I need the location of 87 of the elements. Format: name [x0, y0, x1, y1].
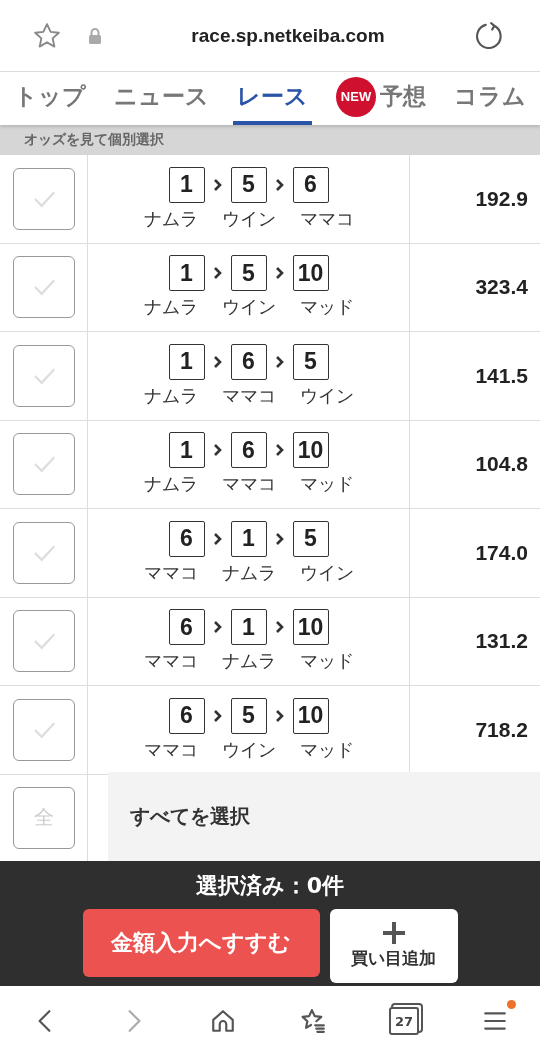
- horse-name: ウイン: [220, 737, 277, 762]
- checkbox[interactable]: [12, 167, 75, 230]
- star-icon[interactable]: [32, 20, 62, 51]
- checkbox[interactable]: [12, 521, 75, 584]
- horse-number: 1: [168, 343, 205, 380]
- selection-count: 選択済み：0件: [195, 871, 345, 900]
- horse-number: 10: [292, 255, 329, 292]
- horse-number: 5: [230, 166, 267, 203]
- horse-name: ナムラ: [142, 383, 199, 408]
- horse-number: 10: [292, 697, 329, 734]
- chevron-icon: [212, 266, 223, 281]
- horse-name: ナムラ: [220, 649, 277, 674]
- horse-number: 6: [230, 432, 267, 469]
- horse-name: ママコ: [142, 649, 199, 674]
- add-bet-button[interactable]: 買い目追加: [329, 908, 458, 983]
- proceed-button[interactable]: 金額入力へすすむ: [82, 908, 320, 977]
- horse-name: ウイン: [220, 295, 277, 320]
- lock-icon: [88, 26, 102, 45]
- checkbox[interactable]: [12, 433, 75, 496]
- chevron-icon: [212, 177, 223, 192]
- odds-value: 141.5: [475, 363, 528, 388]
- horse-name: マッド: [298, 472, 355, 497]
- horse-name: ナムラ: [142, 472, 199, 497]
- horse-name: ウイン: [220, 206, 277, 231]
- chevron-icon: [212, 354, 223, 369]
- horse-number: 5: [230, 255, 267, 292]
- checkbox[interactable]: [12, 344, 75, 407]
- nav-tab[interactable]: コラム: [450, 72, 530, 125]
- horse-number: 6: [292, 166, 329, 203]
- checkbox[interactable]: [12, 256, 75, 319]
- url-text[interactable]: race.sp.netkeiba.com: [102, 24, 474, 47]
- horse-number: 1: [168, 432, 205, 469]
- chevron-icon: [274, 177, 285, 192]
- home-icon[interactable]: [210, 1008, 237, 1035]
- horse-number: 6: [168, 609, 205, 646]
- horse-name: ママコ: [298, 206, 355, 231]
- horse-number: 5: [230, 697, 267, 734]
- checkbox[interactable]: [12, 698, 75, 761]
- horse-number: 6: [168, 697, 205, 734]
- select-all-label[interactable]: すべてを選択: [130, 802, 250, 830]
- horse-name: マッド: [298, 649, 355, 674]
- odds-value: 192.9: [475, 186, 528, 211]
- horse-number: 10: [292, 432, 329, 469]
- horse-name: ママコ: [142, 737, 199, 762]
- horse-number: 10: [292, 609, 329, 646]
- horse-name: ウイン: [298, 383, 355, 408]
- chevron-icon: [274, 708, 285, 723]
- horse-name: ナムラ: [142, 206, 199, 231]
- horse-number: 1: [168, 255, 205, 292]
- chevron-icon: [274, 531, 285, 546]
- horse-number: 1: [230, 520, 267, 557]
- plus-icon: [381, 921, 406, 945]
- horse-name: マッド: [298, 737, 355, 762]
- chevron-icon: [212, 708, 223, 723]
- horse-number: 5: [292, 520, 329, 557]
- odds-value: 104.8: [475, 452, 528, 477]
- chevron-icon: [274, 620, 285, 635]
- horse-name: ウイン: [298, 560, 355, 585]
- horse-number: 6: [230, 343, 267, 380]
- horse-name: ママコ: [142, 560, 199, 585]
- odds-value: 131.2: [475, 629, 528, 654]
- nav-tab[interactable]: NEW 予想: [332, 72, 430, 125]
- chevron-icon: [212, 443, 223, 458]
- horse-name: ママコ: [220, 472, 277, 497]
- nav-tab[interactable]: トップ: [10, 72, 90, 125]
- chevron-icon: [274, 266, 285, 281]
- odds-value: 323.4: [475, 275, 528, 300]
- bookmarks-icon[interactable]: [299, 1008, 326, 1035]
- odds-value: 174.0: [475, 540, 528, 565]
- chevron-icon: [274, 354, 285, 369]
- horse-number: 1: [168, 166, 205, 203]
- chevron-icon: [212, 531, 223, 546]
- section-title: オッズを見て個別選択: [24, 131, 164, 149]
- horse-name: ママコ: [220, 383, 277, 408]
- horse-number: 6: [168, 520, 205, 557]
- chevron-icon: [274, 443, 285, 458]
- horse-name: マッド: [298, 295, 355, 320]
- odds-value: 718.2: [475, 717, 528, 742]
- horse-name: ナムラ: [220, 560, 277, 585]
- new-badge: NEW: [336, 76, 376, 117]
- nav-tab[interactable]: ニュース: [110, 72, 213, 125]
- horse-number: 1: [230, 609, 267, 646]
- reload-icon[interactable]: [474, 20, 504, 51]
- horse-number: 5: [292, 343, 329, 380]
- checkbox[interactable]: [12, 610, 75, 673]
- horse-name: ナムラ: [142, 295, 199, 320]
- chevron-icon: [212, 620, 223, 635]
